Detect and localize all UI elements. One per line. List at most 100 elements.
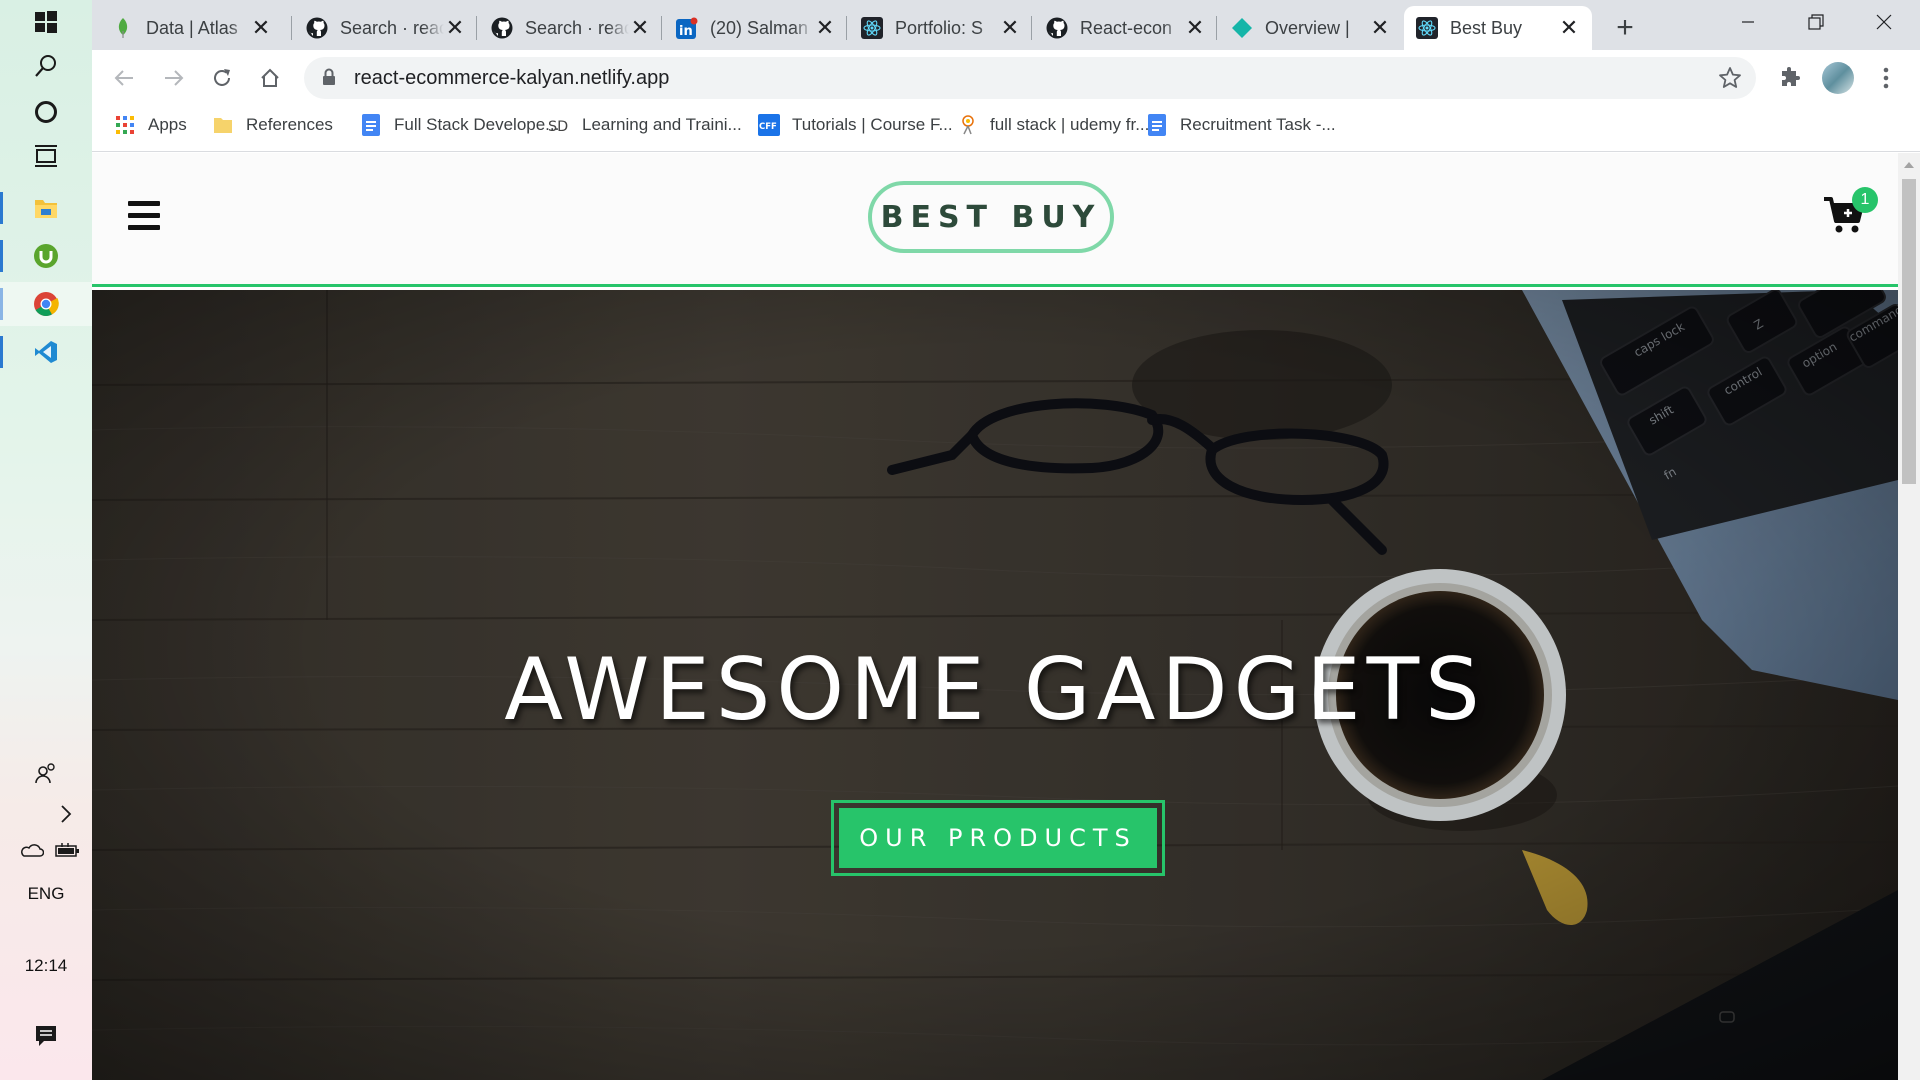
github-icon	[1046, 17, 1068, 39]
profile-avatar[interactable]	[1818, 58, 1858, 98]
google-docs-icon	[360, 114, 382, 136]
chrome-icon[interactable]	[0, 282, 92, 326]
file-explorer-icon[interactable]	[0, 186, 92, 230]
cart-count-badge: 1	[1852, 187, 1878, 213]
back-button[interactable]	[104, 58, 144, 98]
tab-netlify-overview[interactable]: Overview | ✕	[1219, 6, 1403, 50]
reload-button[interactable]	[202, 58, 242, 98]
search-icon[interactable]	[0, 44, 92, 88]
tab-title: Overview |	[1265, 17, 1350, 38]
site-logo[interactable]: BEST BUY	[868, 181, 1114, 253]
close-tab-icon[interactable]: ✕	[629, 15, 651, 40]
bookmarks-bar: Apps References Full Stack Develope... S…	[92, 106, 1920, 152]
linkedin-icon: in	[676, 17, 698, 39]
bookmark-full-stack[interactable]: Full Stack Develope...	[360, 106, 559, 144]
tab-title: Best Buy	[1450, 17, 1523, 38]
bookmark-learning[interactable]: SD Learning and Traini...	[548, 106, 742, 144]
folder-icon	[212, 114, 234, 136]
tab-title: Portfolio: S	[895, 17, 984, 38]
menu-kebab-icon[interactable]	[1866, 58, 1906, 98]
hero-title: AWESOME GADGETS	[504, 640, 1486, 740]
restore-button[interactable]	[1782, 0, 1850, 44]
notification-icon[interactable]	[0, 1014, 92, 1058]
windows-taskbar: ENG 12:14	[0, 0, 92, 1080]
bookmark-label: References	[246, 115, 333, 134]
battery-icon[interactable]	[46, 828, 88, 872]
bookmark-apps[interactable]: Apps	[114, 106, 187, 144]
close-tab-icon[interactable]: ✕	[814, 15, 836, 40]
plus-icon: +	[1616, 11, 1634, 44]
svg-text:CFF: CFF	[759, 122, 777, 132]
bookmark-udemy[interactable]: full stack | udemy fr...	[956, 106, 1149, 144]
forward-button[interactable]	[154, 58, 194, 98]
apps-grid-icon	[114, 114, 136, 136]
tab-title: React-econ	[1080, 17, 1173, 38]
people-icon[interactable]	[0, 752, 92, 796]
clock[interactable]: 12:14	[0, 956, 92, 976]
udemy-icon	[956, 114, 978, 136]
bookmark-label: full stack | udemy fr...	[990, 115, 1150, 134]
svg-text:SD: SD	[548, 119, 568, 135]
close-tab-icon[interactable]: ✕	[1369, 15, 1391, 40]
tab-strip: Data | Atlas ✕ Search · react ✕ Search ·…	[92, 0, 1920, 50]
tab-separator	[846, 16, 847, 40]
close-tab-icon[interactable]: ✕	[999, 15, 1021, 40]
windows-start-icon[interactable]	[0, 0, 92, 44]
vscode-icon[interactable]	[0, 330, 92, 374]
tab-separator	[661, 16, 662, 40]
tab-separator	[291, 16, 292, 40]
close-window-button[interactable]	[1850, 0, 1918, 44]
task-view-icon[interactable]	[0, 134, 92, 178]
tab-title: Search · react	[340, 17, 444, 38]
utorrent-icon[interactable]	[0, 234, 92, 278]
tab-mongodb-atlas[interactable]: Data | Atlas ✕	[100, 6, 284, 50]
site-navbar: BEST BUY 1	[92, 153, 1898, 287]
bookmark-recruitment[interactable]: Recruitment Task -...	[1146, 106, 1336, 144]
svg-text:in: in	[679, 24, 693, 39]
minimize-button[interactable]	[1714, 0, 1782, 44]
tab-portfolio[interactable]: Portfolio: S ✕	[849, 6, 1033, 50]
scroll-up-icon[interactable]	[1898, 157, 1920, 175]
url-text[interactable]: react-ecommerce-kalyan.netlify.app	[354, 57, 669, 99]
tab-linkedin[interactable]: in (20) Salman ✕	[664, 6, 848, 50]
our-products-button[interactable]: OUR PRODUCTS	[831, 800, 1165, 876]
bookmark-references[interactable]: References	[212, 106, 333, 144]
tab-react-ecommerce-github[interactable]: React-econ ✕	[1034, 6, 1218, 50]
tab-title: Search · react	[525, 17, 629, 38]
lock-icon[interactable]	[322, 68, 336, 90]
bookmark-tutorials[interactable]: CFF Tutorials | Course F...	[758, 106, 953, 144]
netlify-icon	[1231, 17, 1253, 39]
extensions-icon[interactable]	[1770, 58, 1810, 98]
react-icon	[861, 17, 883, 39]
new-tab-button[interactable]: +	[1602, 6, 1648, 50]
tab-github-search-1[interactable]: Search · react ✕	[294, 6, 478, 50]
tab-separator	[1031, 16, 1032, 40]
bookmark-star-icon[interactable]	[1718, 66, 1742, 94]
page-scrollbar[interactable]	[1898, 153, 1920, 1080]
cortana-icon[interactable]	[0, 90, 92, 134]
language-indicator[interactable]: ENG	[0, 884, 92, 904]
bookmark-label: Tutorials | Course F...	[792, 115, 953, 134]
home-button[interactable]	[250, 58, 290, 98]
scrollbar-thumb[interactable]	[1902, 179, 1916, 484]
github-icon	[306, 17, 328, 39]
bookmark-label: Learning and Traini...	[582, 115, 742, 134]
hamburger-menu-icon[interactable]	[128, 201, 164, 237]
react-icon	[1416, 17, 1438, 39]
tab-title: (20) Salman	[710, 17, 809, 38]
close-tab-icon[interactable]: ✕	[250, 15, 272, 40]
cff-icon: CFF	[758, 114, 780, 136]
tab-best-buy[interactable]: Best Buy ✕	[1404, 6, 1592, 50]
address-bar[interactable]: react-ecommerce-kalyan.netlify.app	[304, 57, 1756, 99]
google-docs-icon	[1146, 114, 1168, 136]
page-viewport: BEST BUY 1 AWESOME GADGETS OUR PRODUCTS	[92, 153, 1898, 1080]
our-products-label: OUR PRODUCTS	[839, 808, 1157, 868]
close-tab-icon[interactable]: ✕	[1184, 15, 1206, 40]
hero-section: caps lock shift Z control option command…	[92, 290, 1898, 1080]
tab-github-search-2[interactable]: Search · react ✕	[479, 6, 663, 50]
browser-toolbar: react-ecommerce-kalyan.netlify.app	[92, 50, 1920, 106]
close-tab-icon[interactable]: ✕	[1558, 15, 1580, 40]
close-tab-icon[interactable]: ✕	[444, 15, 466, 40]
tab-separator	[476, 16, 477, 40]
chrome-window: Data | Atlas ✕ Search · react ✕ Search ·…	[92, 0, 1920, 1080]
